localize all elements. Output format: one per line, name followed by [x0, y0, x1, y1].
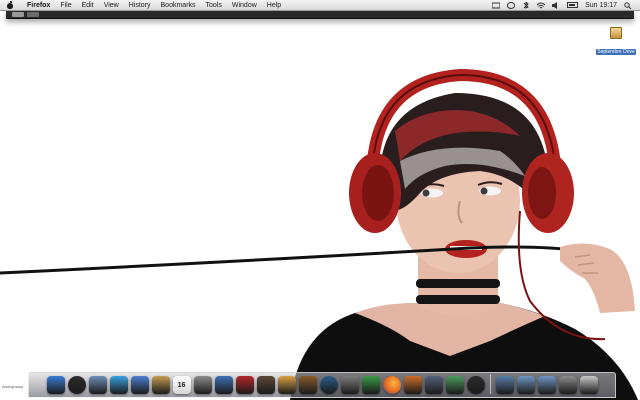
script-icon[interactable] [424, 376, 443, 394]
iphoto-icon[interactable] [256, 376, 275, 394]
garageband-icon[interactable] [277, 376, 296, 394]
folder-icon[interactable] [495, 376, 514, 394]
hard-drive-icon[interactable] [610, 27, 622, 39]
menu-help[interactable]: Help [262, 0, 286, 11]
wallpaper [0, 68, 638, 400]
browser-tab[interactable] [12, 12, 24, 17]
device-icon[interactable] [558, 376, 577, 394]
documents-folder-icon[interactable] [516, 376, 535, 394]
dock: 16 [28, 372, 616, 398]
dock-separator [489, 374, 491, 394]
ichat-icon[interactable] [130, 376, 149, 394]
keynote-icon[interactable] [403, 376, 422, 394]
finder-icon[interactable] [46, 376, 65, 394]
menu-bookmarks[interactable]: Bookmarks [156, 0, 201, 11]
apple-menu-icon[interactable] [6, 0, 14, 10]
menu-clock[interactable]: Sun 19:17 [585, 2, 617, 9]
menu-extra-icon[interactable] [491, 2, 501, 9]
ical-icon[interactable]: 16 [172, 376, 191, 394]
dvd-icon[interactable] [466, 376, 485, 394]
menu-view[interactable]: View [99, 0, 124, 11]
itunes-icon[interactable] [214, 376, 233, 394]
chart-icon[interactable] [445, 376, 464, 394]
status-area: Sun 19:17 [491, 0, 640, 9]
time-machine-menu-icon[interactable] [507, 1, 516, 9]
menu-tools[interactable]: Tools [201, 0, 227, 11]
people-icon[interactable] [361, 376, 380, 394]
bluetooth-icon[interactable] [522, 0, 530, 9]
battery-icon[interactable] [567, 2, 579, 8]
firefox-icon[interactable] [382, 376, 401, 394]
desktop-drive[interactable]: Septembre Drive [594, 27, 638, 58]
menu-file[interactable]: File [55, 0, 76, 11]
spotlight-icon[interactable] [624, 1, 632, 9]
volume-icon[interactable] [552, 1, 560, 9]
guitar-icon[interactable] [298, 376, 317, 394]
desktop: Septembre Drive Anonymous [0, 11, 640, 400]
time-machine-icon[interactable] [319, 376, 338, 394]
safari-icon[interactable] [109, 376, 128, 394]
dashboard-icon[interactable] [67, 376, 86, 394]
photo-booth-icon[interactable] [235, 376, 254, 394]
menu-history[interactable]: History [124, 0, 156, 11]
menu-bar: Firefox File Edit View History Bookmarks… [0, 0, 640, 11]
menu-edit[interactable]: Edit [77, 0, 99, 11]
downloads-folder-icon[interactable] [537, 376, 556, 394]
menu-app-name[interactable]: Firefox [22, 0, 55, 11]
system-preferences-icon[interactable] [340, 376, 359, 394]
wallpaper-caption: Anonymous [2, 384, 24, 389]
address-book-icon[interactable] [151, 376, 170, 394]
mail-icon[interactable] [88, 376, 107, 394]
wifi-icon[interactable] [536, 2, 546, 9]
menu-window[interactable]: Window [227, 0, 262, 11]
trash-icon[interactable] [579, 376, 598, 394]
preview-icon[interactable] [193, 376, 212, 394]
drive-label[interactable]: Septembre Drive [596, 49, 636, 55]
browser-tab[interactable] [27, 12, 39, 17]
firefox-window[interactable] [6, 11, 634, 19]
